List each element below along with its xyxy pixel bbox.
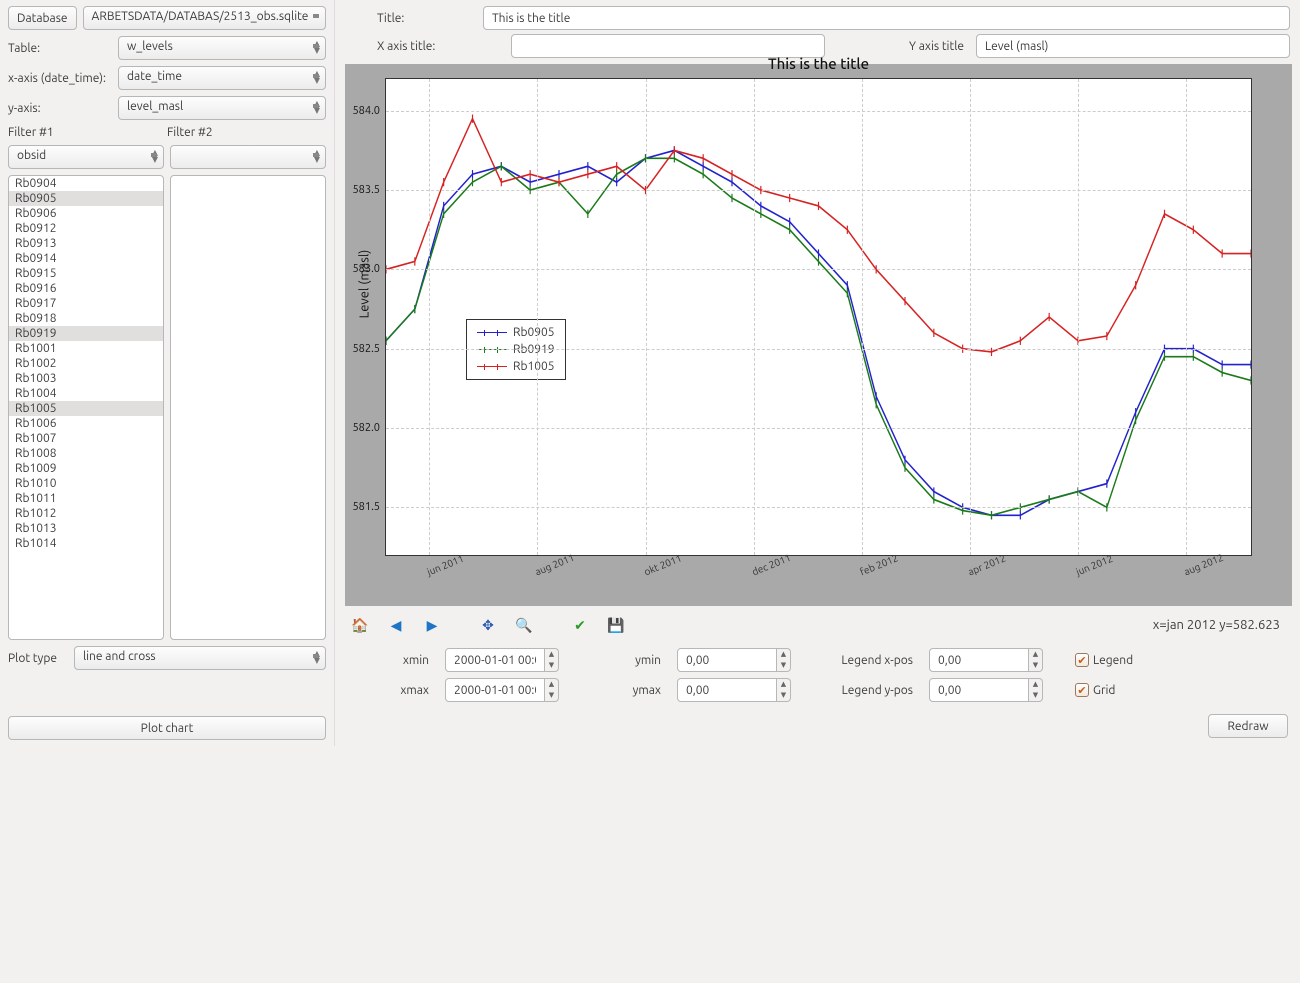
yaxis-select[interactable]: level_masl▲▼: [118, 96, 326, 120]
filter1-select[interactable]: obsid▲▼: [8, 145, 164, 169]
table-value: w_levels: [127, 40, 173, 53]
chart-ylabel: Level (masl): [357, 250, 371, 319]
list-item[interactable]: Rb0919: [9, 326, 163, 341]
list-item[interactable]: Rb0915: [9, 266, 163, 281]
filter2-label: Filter #2: [167, 126, 326, 139]
database-button[interactable]: Database: [8, 6, 77, 30]
list-item[interactable]: Rb0918: [9, 311, 163, 326]
yaxis-title-label: Y axis title: [909, 40, 964, 53]
list-item[interactable]: Rb0916: [9, 281, 163, 296]
plot-type-label: Plot type: [8, 652, 68, 665]
plot-chart-button[interactable]: Plot chart: [8, 716, 326, 740]
plot-type-select[interactable]: line and cross▲▼: [74, 646, 326, 670]
xaxis-label: x-axis (date_time):: [8, 72, 112, 85]
list-item[interactable]: Rb1013: [9, 521, 163, 536]
list-item[interactable]: Rb1006: [9, 416, 163, 431]
list-item[interactable]: Rb0904: [9, 176, 163, 191]
list-item[interactable]: Rb1011: [9, 491, 163, 506]
list-item[interactable]: Rb1003: [9, 371, 163, 386]
xaxis-title-label: X axis title:: [377, 40, 499, 53]
list-item[interactable]: Rb1012: [9, 506, 163, 521]
home-icon[interactable]: 🏠: [347, 612, 373, 638]
title-input[interactable]: [483, 6, 1290, 30]
list-item[interactable]: Rb0913: [9, 236, 163, 251]
filter1-label: Filter #1: [8, 126, 167, 139]
filter1-listbox[interactable]: Rb0904Rb0905Rb0906Rb0912Rb0913Rb0914Rb09…: [8, 175, 164, 640]
table-label: Table:: [8, 42, 112, 55]
filter2-select[interactable]: ▲▼: [170, 145, 326, 169]
ytick-label: 581.5: [352, 501, 386, 513]
list-item[interactable]: Rb1001: [9, 341, 163, 356]
list-item[interactable]: Rb1009: [9, 461, 163, 476]
ytick-label: 584.0: [352, 105, 386, 117]
chart-canvas: This is the title Level (masl) Rb0905Rb0…: [345, 64, 1292, 606]
list-item[interactable]: Rb1010: [9, 476, 163, 491]
yaxis-label: y-axis:: [8, 102, 112, 115]
database-path-value: ARBETSDATA/DATABAS/2513_obs.sqlite: [92, 10, 309, 23]
list-item[interactable]: Rb1008: [9, 446, 163, 461]
xaxis-value: date_time: [127, 70, 182, 83]
list-item[interactable]: Rb1002: [9, 356, 163, 371]
plot-type-value: line and cross: [83, 650, 156, 663]
list-item[interactable]: Rb0917: [9, 296, 163, 311]
list-item[interactable]: Rb1007: [9, 431, 163, 446]
list-item[interactable]: Rb1005: [9, 401, 163, 416]
list-item[interactable]: Rb1004: [9, 386, 163, 401]
xaxis-select[interactable]: date_time▲▼: [118, 66, 326, 90]
chart-title: This is the title: [386, 55, 1251, 72]
list-item[interactable]: Rb0905: [9, 191, 163, 206]
ytick-label: 583.0: [352, 263, 386, 275]
table-select[interactable]: w_levels▲▼: [118, 36, 326, 60]
ytick-label: 583.5: [352, 184, 386, 196]
ytick-label: 582.0: [352, 422, 386, 434]
list-item[interactable]: Rb0906: [9, 206, 163, 221]
list-item[interactable]: Rb0912: [9, 221, 163, 236]
filter2-listbox[interactable]: [170, 175, 326, 640]
yaxis-value: level_masl: [127, 100, 183, 113]
title-label: Title:: [345, 12, 475, 25]
list-item[interactable]: Rb0914: [9, 251, 163, 266]
database-path-field[interactable]: ARBETSDATA/DATABAS/2513_obs.sqlite: [83, 6, 326, 30]
ytick-label: 582.5: [352, 343, 386, 355]
filter1-value: obsid: [17, 149, 46, 162]
list-item[interactable]: Rb1014: [9, 536, 163, 551]
